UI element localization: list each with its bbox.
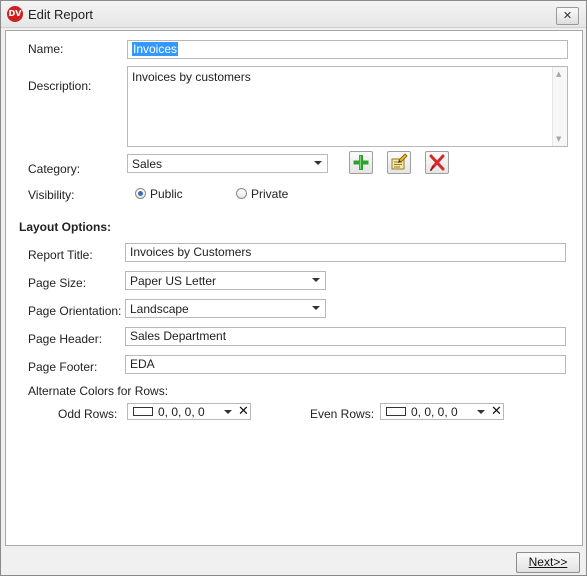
even-rows-color-picker[interactable]: 0, 0, 0, 0 ✕	[380, 403, 504, 420]
form-panel: Name: Invoices Description: Invoices by …	[5, 30, 583, 546]
chevron-down-icon[interactable]	[224, 410, 232, 414]
clear-icon[interactable]: ✕	[491, 404, 502, 419]
window-title: Edit Report	[28, 7, 94, 22]
odd-rows-color-picker[interactable]: 0, 0, 0, 0 ✕	[127, 403, 251, 420]
report-title-input[interactable]: Invoices by Customers	[125, 243, 566, 262]
title-bar: DV Edit Report ✕	[1, 1, 586, 28]
page-header-label: Page Header:	[28, 332, 103, 346]
clear-icon[interactable]: ✕	[238, 404, 249, 419]
description-textarea[interactable]: Invoices by customers ▲ ▼	[127, 66, 568, 147]
description-label: Description:	[28, 79, 92, 93]
description-scrollbar[interactable]: ▲ ▼	[552, 67, 567, 146]
alt-colors-label: Alternate Colors for Rows:	[28, 384, 169, 398]
visibility-public-label[interactable]: Public	[150, 187, 183, 201]
name-label: Name:	[28, 42, 64, 56]
visibility-public-radio[interactable]	[135, 188, 146, 199]
next-button-label: Next>>	[528, 555, 568, 569]
chevron-down-icon	[312, 306, 320, 310]
name-input[interactable]: Invoices	[127, 40, 568, 59]
scroll-up-icon[interactable]: ▲	[556, 70, 561, 78]
app-logo-icon: DV	[7, 6, 23, 22]
delete-category-button[interactable]	[425, 151, 449, 174]
even-rows-label: Even Rows:	[310, 407, 375, 421]
layout-options-heading: Layout Options:	[19, 220, 111, 234]
name-value: Invoices	[132, 42, 179, 56]
visibility-label: Visibility:	[28, 188, 75, 202]
edit-icon	[391, 153, 408, 170]
report-title-label: Report Title:	[28, 248, 93, 262]
edit-category-button[interactable]	[387, 151, 411, 174]
category-value: Sales	[132, 157, 163, 171]
page-orientation-label: Page Orientation:	[28, 304, 122, 318]
description-value: Invoices by customers	[132, 70, 251, 84]
category-label: Category:	[28, 162, 81, 176]
color-swatch	[133, 407, 153, 416]
add-category-button[interactable]	[349, 151, 373, 174]
chevron-down-icon[interactable]	[477, 410, 485, 414]
color-swatch	[386, 407, 406, 416]
close-button[interactable]: ✕	[556, 7, 579, 25]
chevron-down-icon	[314, 161, 322, 165]
page-header-input[interactable]: Sales Department	[125, 327, 566, 346]
page-size-value: Paper US Letter	[130, 274, 217, 288]
scroll-down-icon[interactable]: ▼	[556, 135, 561, 143]
category-select[interactable]: Sales	[127, 154, 328, 173]
page-orientation-select[interactable]: Landscape	[125, 299, 326, 318]
visibility-private-radio[interactable]	[236, 188, 247, 199]
add-icon	[353, 155, 369, 170]
page-footer-input[interactable]: EDA	[125, 355, 566, 374]
page-footer-label: Page Footer:	[28, 360, 98, 374]
page-orientation-value: Landscape	[130, 302, 189, 316]
next-button[interactable]: Next>>	[516, 552, 580, 573]
odd-rows-value: 0, 0, 0, 0	[158, 405, 205, 419]
even-rows-value: 0, 0, 0, 0	[411, 405, 458, 419]
odd-rows-label: Odd Rows:	[58, 407, 118, 421]
visibility-private-label[interactable]: Private	[251, 187, 288, 201]
edit-report-window: DV Edit Report ✕ Name: Invoices Descript…	[0, 0, 587, 576]
page-size-select[interactable]: Paper US Letter	[125, 271, 326, 290]
page-size-label: Page Size:	[28, 276, 87, 290]
delete-icon	[429, 154, 445, 171]
chevron-down-icon	[312, 278, 320, 282]
